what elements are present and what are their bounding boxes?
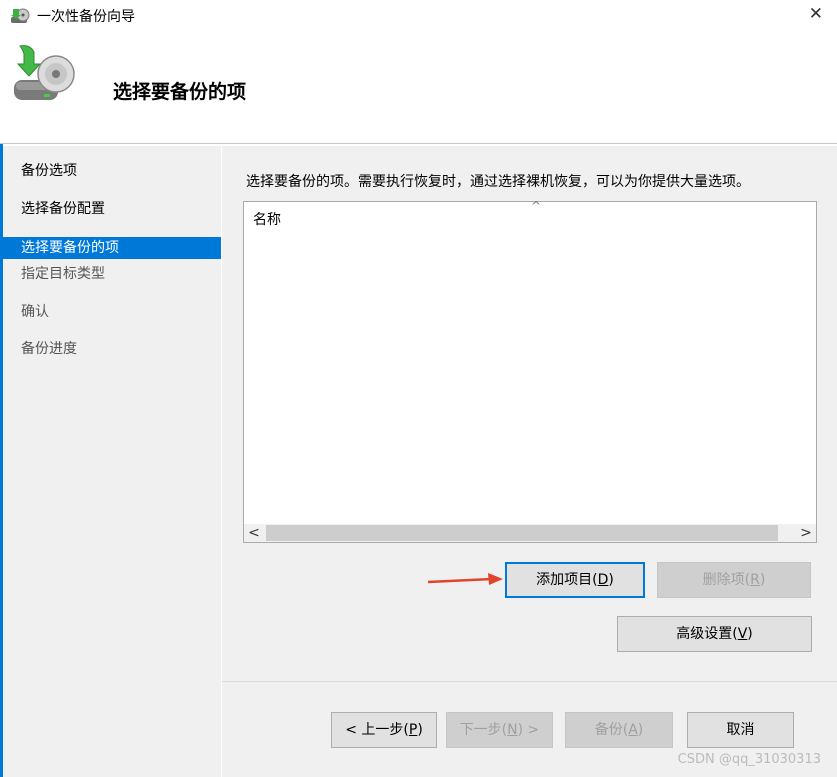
horizontal-scrollbar[interactable]: < > — [244, 524, 816, 542]
items-list[interactable]: ^ 名称 < > — [243, 199, 817, 543]
backup-app-icon — [11, 8, 30, 23]
sidebar-item-progress: 备份进度 — [21, 341, 77, 357]
title-bar: 一次性备份向导 ✕ — [0, 0, 837, 32]
add-items-button[interactable]: 添加项目(D) — [505, 562, 645, 598]
sort-indicator-icon: ^ — [531, 199, 542, 213]
annotation-arrow-icon — [428, 573, 503, 585]
main-content: 选择要备份的项。需要执行恢复时，通过选择裸机恢复，可以为你提供大量选项。 ^ 名… — [222, 146, 837, 681]
page-title: 选择要备份的项 — [113, 81, 247, 103]
previous-button[interactable]: < 上一步(P) — [331, 712, 437, 748]
scrollbar-thumb[interactable] — [266, 525, 778, 541]
backup-disk-icon — [14, 45, 75, 100]
close-icon[interactable]: ✕ — [809, 4, 823, 24]
wizard-footer: < 上一步(P) 下一步(N) > 备份(A) 取消 CSDN @qq_3103… — [222, 681, 837, 777]
wizard-sidebar: 备份选项 选择备份配置 选择要备份的项 指定目标类型 确认 备份进度 — [3, 146, 221, 777]
window-title: 一次性备份向导 — [37, 9, 135, 25]
scroll-left-icon[interactable]: < — [244, 524, 264, 542]
backup-button: 备份(A) — [565, 712, 673, 748]
sidebar-item-backup-options[interactable]: 备份选项 — [3, 160, 221, 182]
column-header-name[interactable]: 名称 — [253, 209, 281, 229]
advanced-settings-button[interactable]: 高级设置(V) — [617, 616, 812, 652]
remove-item-button: 删除项(R) — [657, 562, 811, 598]
sidebar-item-select-items[interactable]: 选择要备份的项 — [3, 237, 221, 259]
scroll-right-icon[interactable]: > — [796, 524, 816, 542]
watermark: CSDN @qq_31030313 — [677, 752, 821, 767]
sidebar-item-confirm: 确认 — [21, 304, 49, 320]
sidebar-item-destination-type: 指定目标类型 — [21, 266, 105, 282]
cancel-button[interactable]: 取消 — [687, 712, 794, 748]
wizard-header: 选择要备份的项 — [0, 32, 837, 144]
next-button: 下一步(N) > — [446, 712, 553, 748]
sidebar-item-backup-config[interactable]: 选择备份配置 — [3, 198, 221, 220]
intro-text: 选择要备份的项。需要执行恢复时，通过选择裸机恢复，可以为你提供大量选项。 — [246, 174, 750, 190]
